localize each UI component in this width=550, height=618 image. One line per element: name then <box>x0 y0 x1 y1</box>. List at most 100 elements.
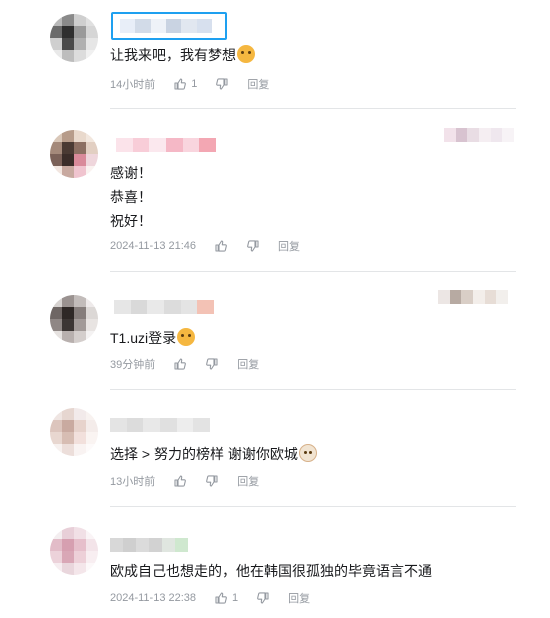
avatar-pixel <box>62 26 74 38</box>
username-pixel <box>110 538 123 552</box>
dislike-button[interactable] <box>205 474 219 488</box>
username-pixelated[interactable] <box>114 300 214 314</box>
avatar-pixel <box>74 14 86 26</box>
avatar-pixel <box>50 551 62 563</box>
comment-text: 让我来吧，我有梦想 <box>110 43 255 67</box>
badge-pixel <box>467 128 479 142</box>
dislike-button[interactable] <box>215 77 229 91</box>
avatar-pixel <box>62 432 74 444</box>
avatar-pixel <box>50 527 62 539</box>
thumbs-down-icon <box>215 77 229 91</box>
avatar-pixel <box>86 295 98 307</box>
avatar-pixel <box>74 432 86 444</box>
divider <box>110 108 516 109</box>
reply-button[interactable]: 回复 <box>278 238 300 254</box>
avatar-pixel <box>74 408 86 420</box>
reply-button[interactable]: 回复 <box>288 590 310 606</box>
avatar[interactable] <box>50 527 98 575</box>
avatar-pixel <box>62 166 74 178</box>
avatar-pixel <box>74 420 86 432</box>
username-pixel <box>114 300 131 314</box>
avatar-pixel <box>62 130 74 142</box>
avatar-pixel <box>86 420 98 432</box>
avatar-pixel <box>86 130 98 142</box>
avatar-pixel <box>62 154 74 166</box>
like-button[interactable] <box>214 239 228 253</box>
comment-line-text: T1.uzi登录 <box>110 330 177 346</box>
username-pixel <box>176 418 194 432</box>
avatar-pixel <box>50 563 62 575</box>
avatar-pixel <box>86 331 98 343</box>
thumbs-up-icon <box>173 474 187 488</box>
thumbs-down-icon <box>205 357 219 371</box>
avatar-pixel <box>86 166 98 178</box>
avatar-pixel <box>50 432 62 444</box>
avatar[interactable] <box>50 295 98 343</box>
avatar-pixel <box>74 130 86 142</box>
reply-button[interactable]: 回复 <box>237 356 259 372</box>
comment-time: 13小时前 <box>110 476 156 488</box>
avatar-pixel <box>74 166 86 178</box>
avatar-pixel <box>74 295 86 307</box>
like-button[interactable] <box>173 474 187 488</box>
avatar-pixel <box>86 551 98 563</box>
medal-badge-pixelated <box>444 128 514 142</box>
avatar-pixel <box>50 154 62 166</box>
avatar-pixel <box>50 295 62 307</box>
comment-time: 39分钟前 <box>110 359 156 371</box>
avatar-pixel <box>50 307 62 319</box>
comment-line: 选择 > 努力的榜样 谢谢你欧城 <box>110 442 317 466</box>
like-button[interactable]: 1 <box>173 77 197 91</box>
comment-meta: 2024-11-13 21:46 回复 <box>110 238 300 254</box>
comment-meta: 39分钟前 回复 <box>110 356 259 372</box>
avatar-pixel <box>74 26 86 38</box>
reply-button[interactable]: 回复 <box>237 473 259 489</box>
avatar-pixel <box>86 432 98 444</box>
username-pixel <box>132 138 150 152</box>
username-pixel <box>149 538 162 552</box>
avatar[interactable] <box>50 408 98 456</box>
avatar-pixel <box>62 420 74 432</box>
like-button[interactable]: 1 <box>214 591 238 605</box>
username-pixel <box>175 538 188 552</box>
avatar-pixel <box>74 551 86 563</box>
username-pixelated[interactable] <box>110 418 210 432</box>
comment-meta: 14小时前 1 回复 <box>110 76 269 92</box>
username-pixel <box>197 300 214 314</box>
dislike-button[interactable] <box>256 591 270 605</box>
avatar[interactable] <box>50 130 98 178</box>
divider <box>110 389 516 390</box>
like-button[interactable] <box>173 357 187 371</box>
avatar-pixel <box>50 26 62 38</box>
username-pixel <box>130 300 148 314</box>
comment-time: 2024-11-13 22:38 <box>110 592 197 604</box>
username-pixel <box>110 418 127 432</box>
avatar[interactable] <box>50 14 98 62</box>
avatar-pixel <box>62 50 74 62</box>
username-pixel <box>180 300 198 314</box>
thumbs-up-icon <box>173 357 187 371</box>
comment-meta: 2024-11-13 22:38 1 回复 <box>110 590 310 606</box>
dislike-button[interactable] <box>205 357 219 371</box>
avatar-pixel <box>50 408 62 420</box>
avatar-pixel <box>50 166 62 178</box>
reply-button[interactable]: 回复 <box>247 76 269 92</box>
avatar-pixel <box>86 319 98 331</box>
badge-pixel <box>449 290 462 304</box>
avatar-pixel <box>50 539 62 551</box>
avatar-pixel <box>62 539 74 551</box>
username-highlight-box <box>111 12 227 40</box>
avatar-pixel <box>50 50 62 62</box>
username-pixel <box>149 138 166 152</box>
thumbs-down-icon <box>205 474 219 488</box>
avatar-pixel <box>62 142 74 154</box>
thumbs-down-icon <box>256 591 270 605</box>
username-pixelated[interactable] <box>110 538 188 552</box>
username-pixelated[interactable] <box>116 138 216 152</box>
dislike-button[interactable] <box>246 239 260 253</box>
username-pixel <box>136 538 149 552</box>
thumbs-down-icon <box>246 239 260 253</box>
avatar-pixel <box>74 319 86 331</box>
badge-pixel <box>490 128 503 142</box>
comment-text: 感谢！ 恭喜！ 祝好！ <box>110 161 152 233</box>
